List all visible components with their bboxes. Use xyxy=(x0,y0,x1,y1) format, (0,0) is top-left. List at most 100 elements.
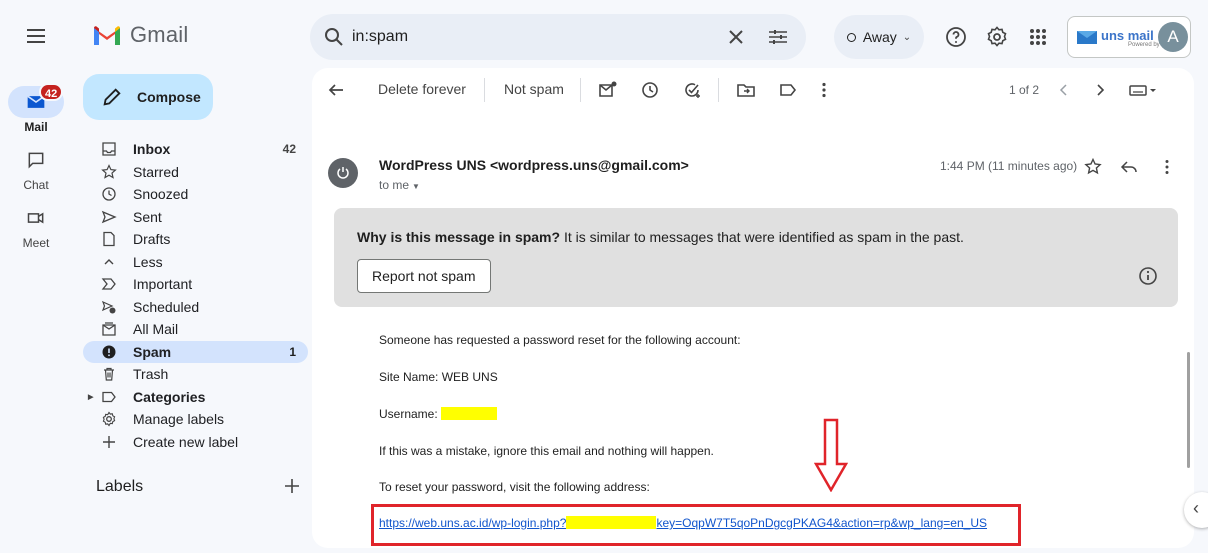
search-options-icon[interactable] xyxy=(766,25,790,49)
report-not-spam-button[interactable]: Report not spam xyxy=(357,259,491,293)
sidebar-item-all-mail[interactable]: All Mail xyxy=(83,318,308,341)
settings-gear-icon[interactable] xyxy=(985,25,1009,49)
mark-unread-icon[interactable] xyxy=(598,80,618,100)
sidebar-item-less[interactable]: Less xyxy=(83,251,308,274)
username-label: Username: xyxy=(379,407,442,421)
gmail-logo[interactable]: Gmail xyxy=(92,22,188,48)
clear-search-icon[interactable] xyxy=(724,25,748,49)
sidebar-item-manage-labels[interactable]: Manage labels xyxy=(83,408,308,431)
power-icon xyxy=(337,167,349,179)
more-vert-icon[interactable] xyxy=(1158,158,1176,176)
redacted-username xyxy=(441,407,498,420)
pencil-icon xyxy=(103,88,121,106)
search-bar xyxy=(310,14,806,60)
sidebar-item-label: Spam xyxy=(133,343,172,360)
sender-name: WordPress UNS <wordpress.uns@gmail.com> xyxy=(379,157,689,173)
caret-down-icon: ▼ xyxy=(412,182,420,191)
input-tools-keyboard-icon[interactable] xyxy=(1128,80,1158,100)
info-icon[interactable] xyxy=(1137,265,1159,287)
main-menu-icon[interactable] xyxy=(24,24,48,48)
more-vert-icon[interactable] xyxy=(814,80,834,100)
older-chevron-icon[interactable] xyxy=(1090,80,1110,100)
rail-meet-icon-wrap xyxy=(8,202,64,234)
draft-file-icon xyxy=(101,231,117,247)
status-selector[interactable]: Away ⌄ xyxy=(834,15,924,59)
delete-forever-button[interactable]: Delete forever xyxy=(378,81,466,97)
message-time: 1:44 PM (11 minutes ago) xyxy=(940,159,1078,173)
sidebar-item-important[interactable]: Important xyxy=(83,273,308,296)
username-line: Username: xyxy=(379,407,498,421)
reply-icon[interactable] xyxy=(1120,158,1138,176)
apps-grid-icon[interactable] xyxy=(1026,25,1050,49)
star-icon[interactable] xyxy=(1084,158,1102,176)
sidebar-item-categories[interactable]: ▶ Categories xyxy=(83,386,308,409)
gmail-m-icon xyxy=(94,26,120,45)
all-mail-icon xyxy=(101,321,117,337)
label-tag-icon xyxy=(101,389,117,405)
chevron-down-icon: ⌄ xyxy=(902,31,912,43)
sidebar-item-spam[interactable]: Spam 1 xyxy=(83,340,308,363)
sidebar-item-sent[interactable]: Sent xyxy=(83,206,308,229)
caret-right-icon[interactable]: ▶ xyxy=(88,393,93,401)
rail-mail[interactable]: 42 Mail xyxy=(0,83,72,134)
add-label-icon[interactable] xyxy=(283,477,301,495)
sidebar-item-scheduled[interactable]: Scheduled xyxy=(83,296,308,319)
annotation-highlight-box xyxy=(371,504,1021,546)
pagination-count: 1 of 2 xyxy=(1009,83,1040,97)
move-to-folder-icon[interactable] xyxy=(736,80,756,100)
sidebar-item-label: Less xyxy=(133,253,163,270)
inbox-icon xyxy=(101,141,117,157)
recipient-details[interactable]: to me ▼ xyxy=(379,178,420,192)
add-to-tasks-icon[interactable] xyxy=(682,80,702,100)
sidebar-item-label: Important xyxy=(133,276,193,293)
chat-icon xyxy=(28,152,44,169)
rail-chat-icon-wrap xyxy=(8,144,64,176)
sidebar-item-drafts[interactable]: Drafts xyxy=(83,228,308,251)
avatar[interactable]: A xyxy=(1158,22,1188,52)
rail-mail-icon-wrap: 42 xyxy=(8,83,64,118)
sidebar-item-label: Scheduled xyxy=(133,298,200,315)
sidebar-item-label: Manage labels xyxy=(133,411,225,428)
compose-button[interactable]: Compose xyxy=(83,74,213,120)
sidebar-item-inbox[interactable]: Inbox 42 xyxy=(83,138,308,161)
message-panel: Delete forever Not spam 1 of 2 WordPress… xyxy=(312,68,1194,548)
sidebar-item-label: Snoozed xyxy=(133,186,189,203)
help-icon[interactable] xyxy=(944,25,968,49)
spam-report-icon xyxy=(101,344,117,360)
email-body-line: To reset your password, visit the follow… xyxy=(379,480,650,494)
search-input[interactable] xyxy=(352,28,722,46)
back-arrow-icon[interactable] xyxy=(326,80,346,100)
snooze-clock-icon[interactable] xyxy=(640,80,660,100)
compose-label: Compose xyxy=(137,89,201,105)
sidebar-item-create-label[interactable]: Create new label xyxy=(83,431,308,454)
spam-question: Why is this message in spam? xyxy=(357,229,561,245)
star-icon xyxy=(101,163,117,180)
sender-avatar[interactable] xyxy=(328,158,358,188)
mail-unread-badge: 42 xyxy=(39,83,64,101)
spam-warning-banner: Why is this message in spam? It is simil… xyxy=(334,208,1178,307)
label-icon[interactable] xyxy=(778,80,798,100)
toolbar-divider xyxy=(484,78,485,102)
scheduled-send-icon xyxy=(101,299,117,315)
clock-icon xyxy=(101,186,117,202)
message-scrollbar[interactable] xyxy=(1187,352,1190,468)
newer-chevron-icon[interactable] xyxy=(1054,80,1074,100)
rail-meet[interactable]: Meet xyxy=(0,202,72,250)
sidebar-item-label: Create new label xyxy=(133,433,239,450)
status-label: Away xyxy=(862,29,897,45)
rail-chat[interactable]: Chat xyxy=(0,144,72,192)
sidebar-item-starred[interactable]: Starred xyxy=(83,161,308,184)
sidebar-item-snoozed[interactable]: Snoozed xyxy=(83,183,308,206)
sidebar-item-label: All Mail xyxy=(133,321,179,338)
email-body-line: Site Name: WEB UNS xyxy=(379,370,498,384)
nav-rail: 42 Mail Chat Meet xyxy=(0,0,72,553)
sidebar-item-label: Starred xyxy=(133,163,179,180)
rail-mail-label: Mail xyxy=(24,120,48,134)
spam-explanation: Why is this message in spam? It is simil… xyxy=(357,229,964,245)
toolbar-divider xyxy=(718,78,719,102)
account-switcher[interactable]: uns mail Powered by Google A xyxy=(1067,16,1191,58)
search-icon[interactable] xyxy=(322,25,346,49)
not-spam-button[interactable]: Not spam xyxy=(504,81,564,97)
chevron-up-icon xyxy=(101,254,117,270)
sidebar-item-trash[interactable]: Trash xyxy=(83,363,308,386)
